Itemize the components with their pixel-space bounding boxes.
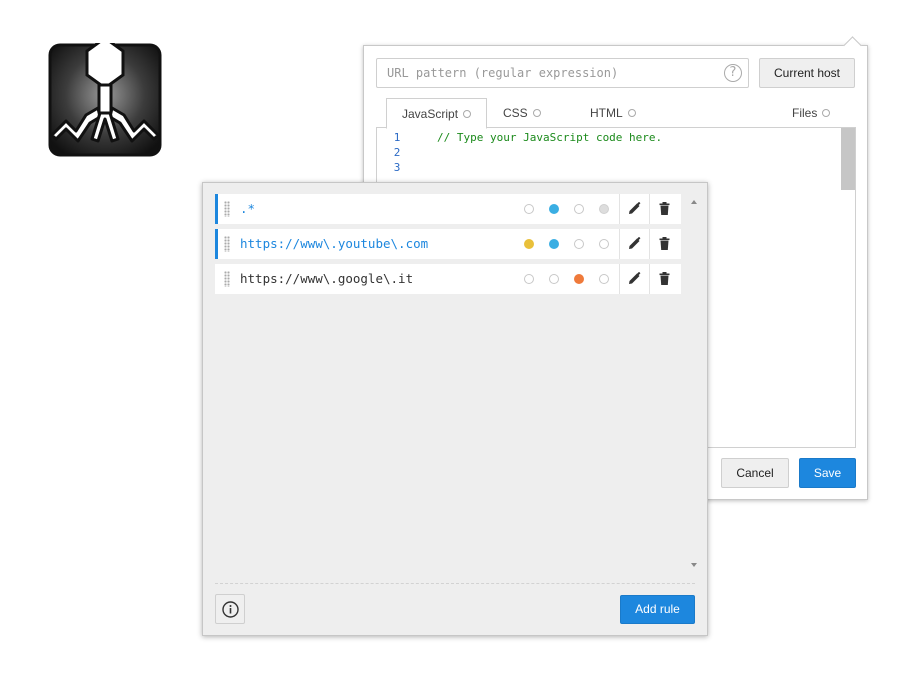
scroll-up-arrow-icon[interactable]	[691, 200, 697, 204]
current-host-button[interactable]: Current host	[759, 58, 855, 88]
trash-icon	[659, 202, 670, 215]
edit-rule-button[interactable]	[620, 229, 649, 259]
tab-status-dot	[463, 109, 472, 118]
pencil-icon	[629, 237, 641, 249]
line-number-gutter: 1 2 3	[377, 130, 417, 175]
drag-handle-icon[interactable]	[224, 236, 230, 252]
tab-javascript[interactable]: JavaScript	[386, 98, 488, 129]
info-button[interactable]	[215, 594, 245, 624]
html-indicator	[574, 204, 584, 214]
delete-rule-button[interactable]	[650, 229, 679, 259]
css-indicator	[549, 239, 559, 249]
url-pattern-input[interactable]	[377, 59, 717, 87]
tab-label: Files	[792, 106, 818, 120]
rule-row[interactable]: https://www\.youtube\.com	[215, 229, 681, 259]
footer-divider	[215, 583, 695, 584]
pencil-icon	[629, 272, 641, 284]
app-logo	[48, 36, 162, 157]
pencil-icon	[629, 202, 641, 214]
drag-handle-icon[interactable]	[224, 201, 230, 217]
scroll-down-arrow-icon[interactable]	[691, 563, 697, 567]
tab-label: HTML	[590, 106, 623, 120]
code-scrollbar[interactable]	[841, 128, 855, 190]
edit-rule-button[interactable]	[620, 264, 649, 294]
help-icon[interactable]: ?	[724, 64, 742, 82]
bacteriophage-logo-icon	[48, 36, 162, 157]
tab-label: CSS	[503, 106, 528, 120]
tab-status-dot	[532, 108, 541, 117]
cancel-button[interactable]: Cancel	[721, 458, 789, 488]
line-number: 1	[393, 131, 401, 144]
editor-tabs: JavaScript CSS HTML Files	[376, 98, 856, 129]
tab-html[interactable]: HTML	[590, 98, 636, 128]
save-button[interactable]: Save	[799, 458, 856, 488]
rule-pattern: .*	[240, 201, 256, 216]
tab-status-dot	[822, 108, 831, 117]
url-pattern-field[interactable]: ?	[376, 58, 749, 88]
delete-rule-button[interactable]	[650, 194, 679, 224]
js-indicator	[524, 204, 534, 214]
rule-row[interactable]: https://www\.google\.it	[215, 264, 681, 294]
tab-files[interactable]: Files	[792, 98, 831, 128]
rule-pattern: https://www\.google\.it	[240, 271, 414, 286]
info-icon	[222, 601, 239, 618]
tab-status-dot	[627, 108, 636, 117]
rule-pattern: https://www\.youtube\.com	[240, 236, 429, 251]
delete-rule-button[interactable]	[650, 264, 679, 294]
trash-icon	[659, 237, 670, 250]
drag-handle-icon[interactable]	[224, 271, 230, 287]
line-number: 2	[393, 146, 401, 159]
files-indicator	[599, 239, 609, 249]
rule-row[interactable]: .*	[215, 194, 681, 224]
css-indicator	[549, 274, 559, 284]
files-indicator	[599, 274, 609, 284]
tab-css[interactable]: CSS	[503, 98, 541, 128]
js-indicator	[524, 274, 534, 284]
trash-icon	[659, 272, 670, 285]
code-comment: // Type your JavaScript code here.	[437, 131, 663, 144]
popup-caret	[843, 36, 862, 55]
html-indicator	[574, 239, 584, 249]
rules-list-popup: .* https://www\.youtube\.com https://www…	[202, 182, 708, 636]
add-rule-button[interactable]: Add rule	[620, 595, 695, 624]
files-indicator	[599, 204, 609, 214]
css-indicator	[549, 204, 559, 214]
edit-rule-button[interactable]	[620, 194, 649, 224]
html-indicator	[574, 274, 584, 284]
tab-label: JavaScript	[402, 107, 459, 121]
js-indicator	[524, 239, 534, 249]
line-number: 3	[393, 161, 401, 174]
